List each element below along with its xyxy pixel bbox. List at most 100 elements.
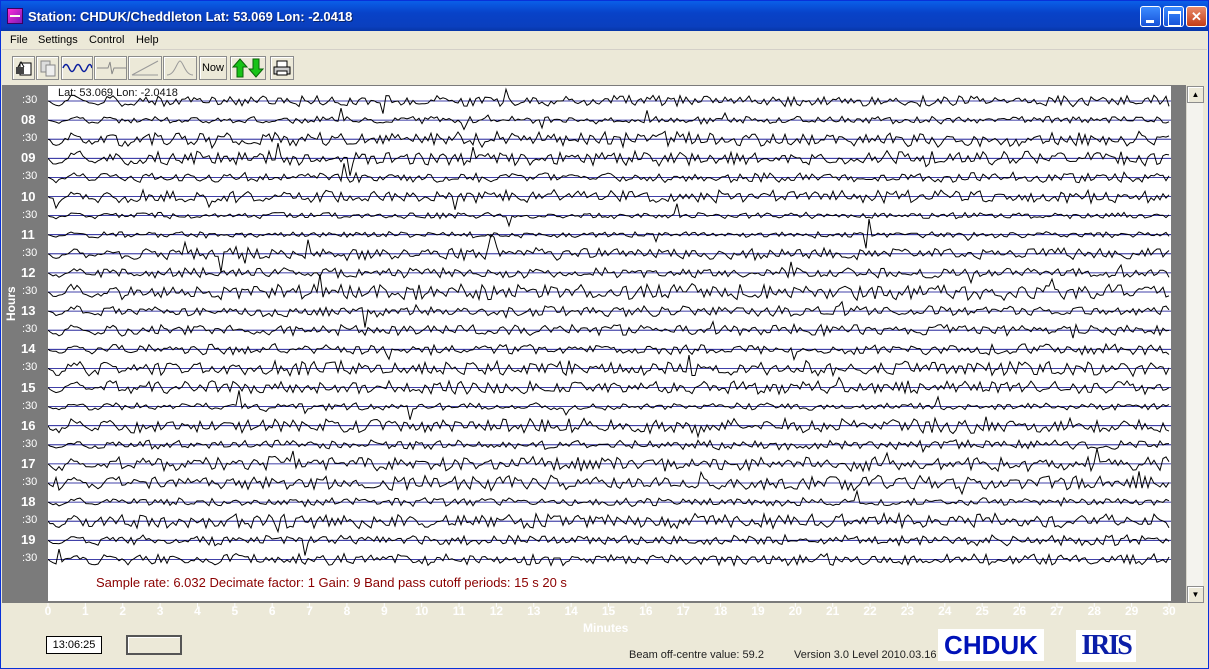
scroll-arrows-button[interactable] xyxy=(230,56,266,80)
menu-file[interactable]: File xyxy=(10,34,28,46)
seismogram-trace xyxy=(48,448,1170,473)
x-tick-label: 8 xyxy=(343,604,351,618)
x-tick-label: 1 xyxy=(82,604,89,618)
x-tick-label: 3 xyxy=(156,604,164,618)
iris-logo: IRIS xyxy=(1076,630,1136,662)
window-title: Station: CHDUK/Cheddleton Lat: 53.069 Lo… xyxy=(28,9,353,24)
print-button[interactable] xyxy=(270,56,294,80)
coordinate-readout: Lat: 53.069 Lon: -2.0418 xyxy=(58,87,178,99)
hour-label: :30 xyxy=(22,514,38,527)
x-tick-label: 19 xyxy=(751,604,765,618)
maximize-button[interactable] xyxy=(1163,6,1184,27)
version-text: Version 3.0 Level 2010.03.16 xyxy=(794,649,937,661)
scroll-down-button[interactable]: ▼ xyxy=(1187,586,1204,603)
hour-label: :30 xyxy=(22,323,38,336)
menu-control[interactable]: Control xyxy=(89,34,124,46)
x-tick-label: 0 xyxy=(44,604,52,618)
seismogram-trace xyxy=(48,107,1170,131)
seismogram-trace xyxy=(48,376,1170,396)
filter-spike-button[interactable] xyxy=(94,56,127,80)
x-tick-label: 5 xyxy=(231,604,239,618)
hour-label: 10 xyxy=(21,188,36,204)
seismogram-plot[interactable] xyxy=(48,86,1171,601)
minimize-button[interactable] xyxy=(1140,6,1161,27)
seismogram-trace xyxy=(48,203,1170,228)
seismogram-trace xyxy=(48,130,1170,150)
copy-button[interactable] xyxy=(36,56,59,80)
hour-label: :30 xyxy=(22,170,38,183)
y-axis-label: Hours xyxy=(4,286,18,321)
x-tick-label: 14 xyxy=(564,604,578,618)
x-tick-label: 13 xyxy=(527,604,541,618)
x-tick-label: 11 xyxy=(452,604,466,618)
bandpass-icon xyxy=(166,60,194,76)
x-tick-label: 29 xyxy=(1124,604,1139,618)
info-line: Sample rate: 6.032 Decimate factor: 1 Ga… xyxy=(96,575,567,590)
hour-label: 08 xyxy=(21,112,36,128)
seismogram-trace xyxy=(48,390,1170,420)
x-axis-label: Minutes xyxy=(583,621,629,635)
waveform-button[interactable] xyxy=(61,56,93,80)
x-tick-label: 21 xyxy=(826,604,840,618)
hour-label: :30 xyxy=(22,476,38,488)
up-down-arrows-icon xyxy=(231,58,265,78)
status-indicator xyxy=(126,635,182,655)
ramp-button[interactable] xyxy=(128,56,162,80)
x-tick-label: 26 xyxy=(1012,604,1027,618)
seismogram-trace xyxy=(48,218,1170,249)
hour-label: :30 xyxy=(22,285,38,297)
station-logo: CHDUK xyxy=(938,629,1044,661)
vertical-scrollbar[interactable]: ▲ ▼ xyxy=(1186,86,1204,603)
hour-label: 15 xyxy=(21,379,36,395)
now-button[interactable]: Now xyxy=(199,56,227,80)
seismogram-trace xyxy=(48,342,1170,362)
title-bar[interactable]: Station: CHDUK/Cheddleton Lat: 53.069 Lo… xyxy=(1,1,1208,31)
open-file-button[interactable] xyxy=(12,56,35,80)
hour-label: :30 xyxy=(22,552,38,565)
seismogram-trace xyxy=(48,511,1170,534)
scroll-up-button[interactable]: ▲ xyxy=(1187,86,1204,103)
seismogram-trace xyxy=(48,274,1170,302)
hour-label: 17 xyxy=(21,455,36,471)
seismogram-trace xyxy=(48,142,1170,176)
menu-settings[interactable]: Settings xyxy=(38,34,78,46)
seismogram-trace xyxy=(48,489,1170,508)
filter-spike-icon xyxy=(96,61,126,75)
seismogram-trace xyxy=(48,188,1170,210)
x-tick-label: 20 xyxy=(788,604,802,618)
x-tick-label: 27 xyxy=(1050,604,1064,618)
x-tick-label: 6 xyxy=(268,604,276,618)
hour-label: 14 xyxy=(21,341,36,357)
hour-label: :30 xyxy=(22,208,38,221)
seismogram-trace xyxy=(48,261,1170,285)
menu-help[interactable]: Help xyxy=(136,34,159,46)
x-tick-label: 23 xyxy=(900,604,915,618)
x-tick-label: 4 xyxy=(194,604,201,618)
app-icon xyxy=(7,8,23,24)
x-tick-label: 24 xyxy=(938,604,952,618)
x-tick-label: 10 xyxy=(414,604,429,618)
beam-offcentre-text: Beam off-centre value: 59.2 xyxy=(629,649,764,661)
hour-label: 18 xyxy=(21,494,36,510)
hour-label: :30 xyxy=(22,361,38,374)
seismogram-trace xyxy=(48,233,1170,273)
x-tick-label: 12 xyxy=(489,604,504,618)
x-tick-label: 2 xyxy=(119,604,127,618)
x-tick-label: 18 xyxy=(713,604,728,618)
seismogram-trace xyxy=(48,416,1170,439)
time-display: 13:06:25 xyxy=(46,636,102,654)
close-button[interactable]: ✕ xyxy=(1186,6,1207,27)
seismogram-trace xyxy=(48,548,1170,567)
hour-label: 16 xyxy=(21,417,36,433)
bandpass-button[interactable] xyxy=(163,56,197,80)
seismogram-trace xyxy=(48,438,1170,454)
hour-label: :30 xyxy=(22,132,38,145)
x-tick-label: 30 xyxy=(1162,604,1176,618)
ramp-icon xyxy=(131,60,159,76)
x-tick-label: 16 xyxy=(639,604,653,618)
x-tick-label: 28 xyxy=(1087,604,1101,618)
hour-label: :30 xyxy=(22,399,38,412)
x-tick-label: 9 xyxy=(380,604,388,618)
seismogram-trace xyxy=(48,533,1170,556)
hour-label: :30 xyxy=(22,246,38,259)
